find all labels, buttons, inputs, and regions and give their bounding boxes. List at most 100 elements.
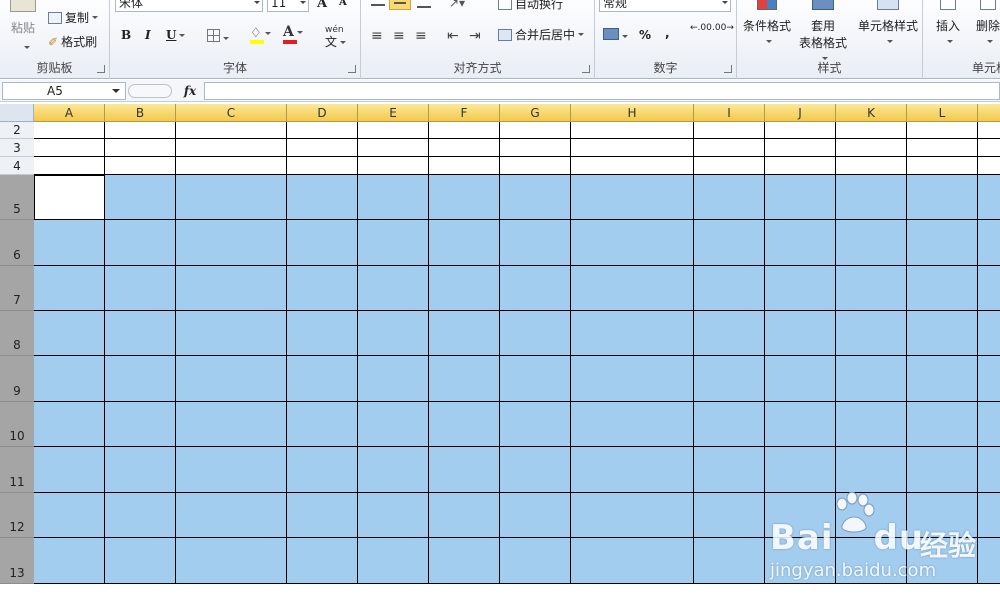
cell[interactable] (176, 311, 287, 356)
cell[interactable] (765, 175, 836, 220)
cell[interactable] (358, 220, 429, 266)
column-header-c[interactable]: C (176, 104, 287, 122)
cell[interactable] (694, 538, 765, 584)
align-left-button[interactable]: ≡ (371, 28, 383, 44)
cell[interactable] (765, 266, 836, 311)
active-cell[interactable] (34, 175, 105, 220)
cell[interactable] (105, 402, 176, 447)
cell[interactable] (429, 175, 500, 220)
column-header-a[interactable]: A (34, 104, 105, 122)
row-header-10[interactable]: 10 (0, 402, 34, 447)
cell[interactable] (34, 356, 105, 402)
cell[interactable] (907, 311, 978, 356)
cell[interactable] (105, 175, 176, 220)
font-launcher-icon[interactable] (348, 65, 356, 73)
cell[interactable] (287, 356, 358, 402)
column-header-l[interactable]: L (907, 104, 978, 122)
format-as-table-button[interactable]: 套用 表格格式 (795, 0, 851, 65)
cell[interactable] (694, 139, 765, 157)
row-header-3[interactable]: 3 (0, 139, 34, 157)
font-name-select[interactable]: 宋体 (115, 0, 263, 12)
cell[interactable] (34, 538, 105, 584)
cell[interactable] (978, 139, 1000, 157)
cell[interactable] (694, 402, 765, 447)
borders-button[interactable] (207, 29, 229, 45)
cell[interactable] (176, 157, 287, 175)
column-header-partial[interactable] (978, 104, 1000, 122)
cell[interactable] (836, 122, 907, 139)
cell[interactable] (287, 220, 358, 266)
cell[interactable] (287, 175, 358, 220)
cell[interactable] (34, 157, 105, 175)
format-painter-button[interactable]: ✐ 格式刷 (48, 33, 97, 50)
cell[interactable] (287, 157, 358, 175)
align-bottom-button[interactable] (417, 0, 431, 8)
cell[interactable] (765, 157, 836, 175)
cell[interactable] (34, 266, 105, 311)
cell[interactable] (978, 220, 1000, 266)
align-center-button[interactable]: ≡ (393, 28, 405, 44)
paste-button[interactable]: 粘贴 (11, 19, 35, 36)
cell[interactable] (571, 175, 694, 220)
cell[interactable] (34, 220, 105, 266)
cell[interactable] (907, 447, 978, 493)
cell[interactable] (500, 493, 571, 538)
cell[interactable] (358, 157, 429, 175)
cell[interactable] (429, 220, 500, 266)
copy-button[interactable]: 复制 (48, 9, 99, 26)
cell[interactable] (500, 538, 571, 584)
cell[interactable] (358, 402, 429, 447)
delete-button[interactable]: 删除 (971, 0, 1000, 48)
cell[interactable] (978, 447, 1000, 493)
conditional-format-button[interactable]: 条件格式 (743, 0, 791, 48)
cell[interactable] (500, 157, 571, 175)
cell[interactable] (571, 356, 694, 402)
cell[interactable] (907, 157, 978, 175)
cell[interactable] (358, 356, 429, 402)
cell[interactable] (34, 402, 105, 447)
cell[interactable] (907, 122, 978, 139)
cell[interactable] (836, 447, 907, 493)
cell[interactable] (571, 157, 694, 175)
font-color-button[interactable]: A (283, 24, 303, 44)
cell[interactable] (34, 311, 105, 356)
cell[interactable] (571, 139, 694, 157)
cell[interactable] (500, 311, 571, 356)
cell[interactable] (978, 175, 1000, 220)
cell[interactable] (105, 139, 176, 157)
decrease-decimal-button[interactable]: .00→ (712, 24, 734, 33)
cell[interactable] (105, 447, 176, 493)
cell[interactable] (694, 311, 765, 356)
cell[interactable] (571, 220, 694, 266)
cell[interactable] (176, 122, 287, 139)
align-top-button[interactable] (371, 0, 385, 6)
cell[interactable] (765, 122, 836, 139)
cell[interactable] (500, 447, 571, 493)
cell[interactable] (176, 402, 287, 447)
cell[interactable] (34, 122, 105, 139)
cell[interactable] (34, 447, 105, 493)
cell[interactable] (694, 447, 765, 493)
cell[interactable] (765, 402, 836, 447)
cell[interactable] (176, 493, 287, 538)
comma-button[interactable]: , (665, 26, 670, 40)
cell[interactable] (176, 266, 287, 311)
cell[interactable] (571, 493, 694, 538)
cell[interactable] (105, 266, 176, 311)
cell[interactable] (836, 175, 907, 220)
number-launcher-icon[interactable] (724, 65, 732, 73)
cell[interactable] (836, 311, 907, 356)
column-header-b[interactable]: B (105, 104, 176, 122)
cell[interactable] (836, 266, 907, 311)
underline-button[interactable]: U (166, 28, 186, 42)
cell[interactable] (500, 122, 571, 139)
orientation-button[interactable]: ↗▾ (449, 0, 465, 10)
decrease-indent-button[interactable]: ⇤ (447, 28, 459, 44)
number-format-select[interactable]: 常规 (599, 0, 731, 12)
cell[interactable] (907, 220, 978, 266)
cell[interactable] (358, 447, 429, 493)
column-header-d[interactable]: D (287, 104, 358, 122)
paste-icon[interactable] (10, 0, 36, 12)
cell[interactable] (176, 220, 287, 266)
cell[interactable] (694, 356, 765, 402)
